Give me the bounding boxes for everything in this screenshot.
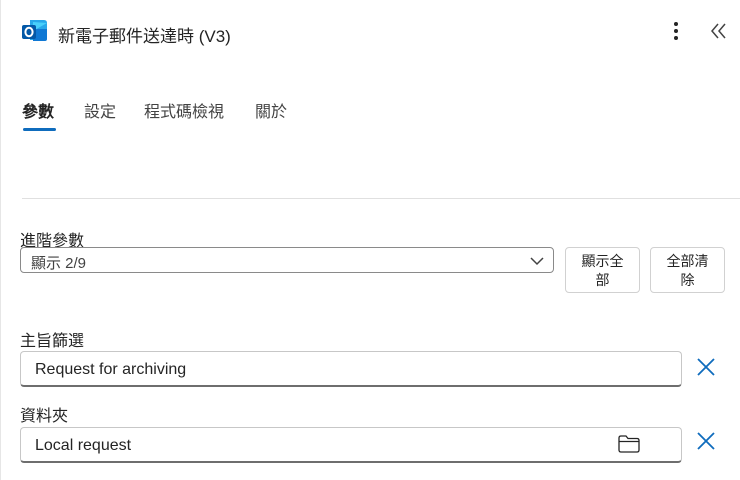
folder-label: 資料夾 [20,408,69,425]
tab-about[interactable]: 關於 [255,98,287,122]
panel-left-border [0,0,1,480]
browse-folder-button[interactable] [617,433,641,455]
remove-subject-filter-button[interactable] [694,355,718,379]
more-vertical-icon [664,22,688,48]
folder-input[interactable]: Local request [20,427,682,463]
advanced-parameters-dropdown[interactable]: 顯示 2/9 [20,247,554,273]
outlook-icon [20,17,50,45]
close-icon [694,432,718,457]
dropdown-selected-value: 顯示 2/9 [31,255,87,272]
chevron-down-icon [529,254,545,266]
more-options-button[interactable] [664,18,688,44]
double-chevron-left-icon [706,23,732,48]
collapse-panel-button[interactable] [706,18,732,44]
page-title: 新電子郵件送達時 (V3) [58,27,231,46]
subject-filter-value: Request for archiving [35,361,187,378]
clear-all-button[interactable]: 全部清 除 [650,247,725,293]
tab-settings[interactable]: 設定 [84,98,116,122]
show-all-label-line1: 顯示全 [581,253,624,269]
tab-code-view[interactable]: 程式碼檢視 [144,98,224,122]
tab-parameters[interactable]: 參數 [22,98,54,122]
active-tab-indicator [23,128,56,131]
folder-icon [617,435,641,459]
remove-folder-button[interactable] [694,429,718,453]
section-divider [22,198,740,199]
subject-filter-input[interactable]: Request for archiving [20,351,682,387]
subject-filter-label: 主旨篩選 [20,333,85,350]
clear-all-label-line1: 全部清 [666,253,709,269]
show-all-button[interactable]: 顯示全 部 [565,247,640,293]
panel-header: 新電子郵件送達時 (V3) [0,0,740,64]
clear-all-label-line2: 除 [680,272,695,288]
folder-value: Local request [35,437,132,454]
close-icon [694,358,718,383]
show-all-label-line2: 部 [595,272,610,288]
